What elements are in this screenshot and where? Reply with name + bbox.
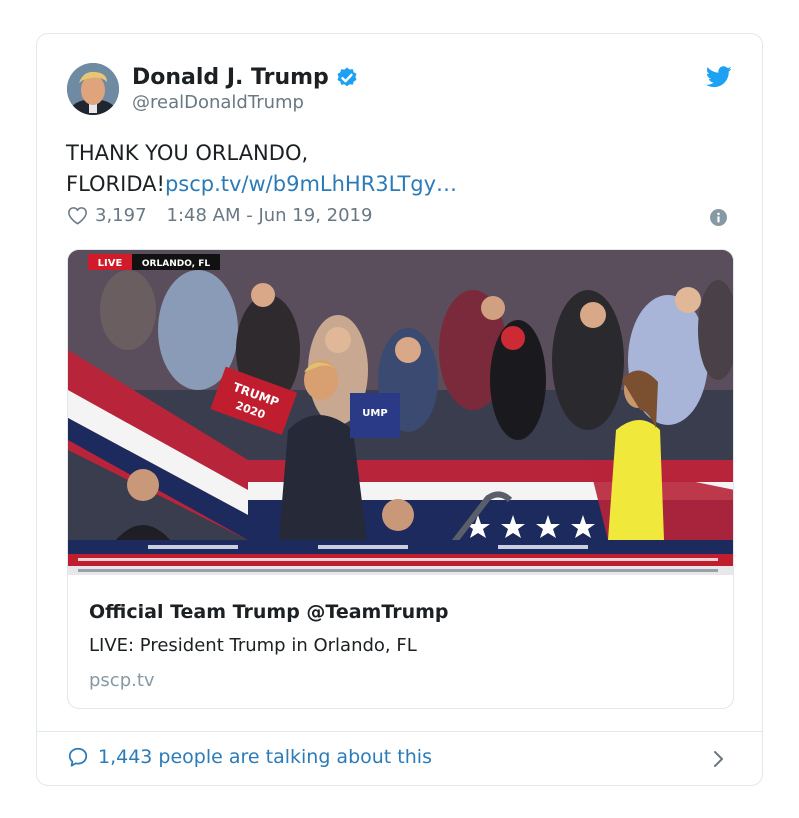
- tweet-meta: 3,197 1:48 AM - Jun 19, 2019: [67, 205, 372, 226]
- conversation-count-text[interactable]: 1,443 people are talking about this: [98, 746, 432, 768]
- tweet-text-line-2-text: FLORIDA!: [66, 172, 165, 196]
- svg-text:UMP: UMP: [362, 408, 387, 419]
- author-handle[interactable]: @realDonaldTrump: [132, 92, 304, 113]
- chevron-right-icon[interactable]: [712, 750, 726, 768]
- embedded-tweet-card: Donald J. Trump @realDonaldTrump THANK Y…: [36, 33, 763, 786]
- campaign-sign-blue: UMP: [350, 393, 400, 438]
- live-label: LIVE: [98, 258, 123, 269]
- card-description: LIVE: President Trump in Orlando, FL: [89, 635, 417, 656]
- verified-badge-icon: [337, 67, 357, 86]
- author-name-row[interactable]: Donald J. Trump: [132, 65, 359, 90]
- news-ticker: [68, 540, 733, 575]
- like-count[interactable]: 3,197: [95, 205, 147, 226]
- video-thumbnail[interactable]: TRUMP 2020 UMP LIVE ORLANDO, FL: [68, 250, 734, 575]
- avatar[interactable]: [67, 63, 119, 115]
- card-title[interactable]: Official Team Trump @TeamTrump: [89, 601, 449, 623]
- live-overlay: LIVE ORLANDO, FL: [88, 254, 220, 270]
- footer-divider: [37, 731, 762, 732]
- speech-bubble-icon: [68, 747, 88, 767]
- tweet-text-line-2: FLORIDA!pscp.tv/w/b9mLhHR3LTgy…: [66, 169, 566, 200]
- tweet-link[interactable]: pscp.tv/w/b9mLhHR3LTgy…: [165, 172, 457, 196]
- link-preview-card[interactable]: TRUMP 2020 UMP LIVE ORLANDO, FL Official…: [67, 249, 734, 709]
- avatar-photo: [67, 63, 119, 115]
- conversation-link[interactable]: 1,443 people are talking about this: [67, 746, 432, 768]
- location-label: ORLANDO, FL: [142, 259, 210, 269]
- heart-icon[interactable]: [67, 206, 88, 225]
- author-name[interactable]: Donald J. Trump: [132, 65, 329, 90]
- tweet-timestamp[interactable]: 1:48 AM - Jun 19, 2019: [167, 205, 373, 226]
- twitter-bird-icon[interactable]: [706, 66, 732, 88]
- info-icon[interactable]: [710, 209, 727, 226]
- tweet-text: THANK YOU ORLANDO, FLORIDA!pscp.tv/w/b9m…: [66, 138, 566, 200]
- tweet-text-line-1: THANK YOU ORLANDO,: [66, 141, 309, 165]
- card-domain[interactable]: pscp.tv: [89, 670, 155, 691]
